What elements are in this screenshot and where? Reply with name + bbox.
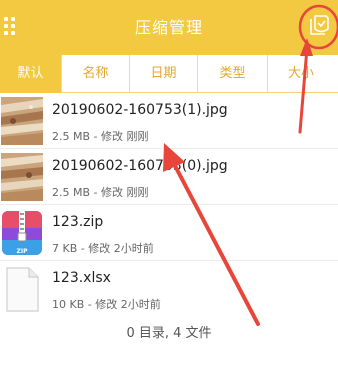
file-name: 123.zip: [52, 214, 104, 230]
shield-check-icon: [310, 15, 329, 35]
file-list: 20190602-160753(1).jpg 2.5 MB - 修改 刚刚 20…: [0, 93, 338, 317]
file-name: 123.xlsx: [52, 270, 111, 286]
top-bar: 压缩管理: [0, 0, 338, 55]
tab-default[interactable]: 默认: [0, 55, 62, 93]
file-meta: 2.5 MB - 修改 刚刚: [52, 186, 149, 199]
tab-name[interactable]: 名称: [62, 55, 130, 93]
image-thumbnail: [1, 153, 43, 201]
list-item[interactable]: 20190602-160753(0).jpg 2.5 MB - 修改 刚刚: [0, 149, 338, 205]
file-meta: 2.5 MB - 修改 刚刚: [52, 130, 149, 143]
svg-text:ZIP: ZIP: [17, 248, 29, 255]
document-file-icon: [1, 265, 43, 313]
page-title: 压缩管理: [134, 18, 203, 37]
list-item[interactable]: ZIP 123.zip 7 KB - 修改 2小时前: [0, 205, 338, 261]
file-meta: 7 KB - 修改 2小时前: [52, 242, 154, 255]
zip-file-icon: ZIP: [1, 209, 43, 257]
list-item[interactable]: 20190602-160753(1).jpg 2.5 MB - 修改 刚刚: [0, 93, 338, 149]
image-thumbnail: [1, 97, 43, 145]
file-name: 20190602-160753(0).jpg: [52, 158, 228, 174]
file-count-summary: 0 目录, 4 文件: [126, 326, 212, 341]
select-all-button[interactable]: [306, 12, 332, 40]
tab-size[interactable]: 大小: [268, 55, 338, 93]
tab-date[interactable]: 日期: [130, 55, 198, 93]
tab-type[interactable]: 类型: [198, 55, 268, 93]
list-item[interactable]: 123.xlsx 10 KB - 修改 2小时前: [0, 261, 338, 317]
file-meta: 10 KB - 修改 2小时前: [52, 298, 161, 311]
sort-tabs: 默认 名称 日期 类型 大小: [0, 55, 338, 93]
file-name: 20190602-160753(1).jpg: [52, 102, 228, 118]
